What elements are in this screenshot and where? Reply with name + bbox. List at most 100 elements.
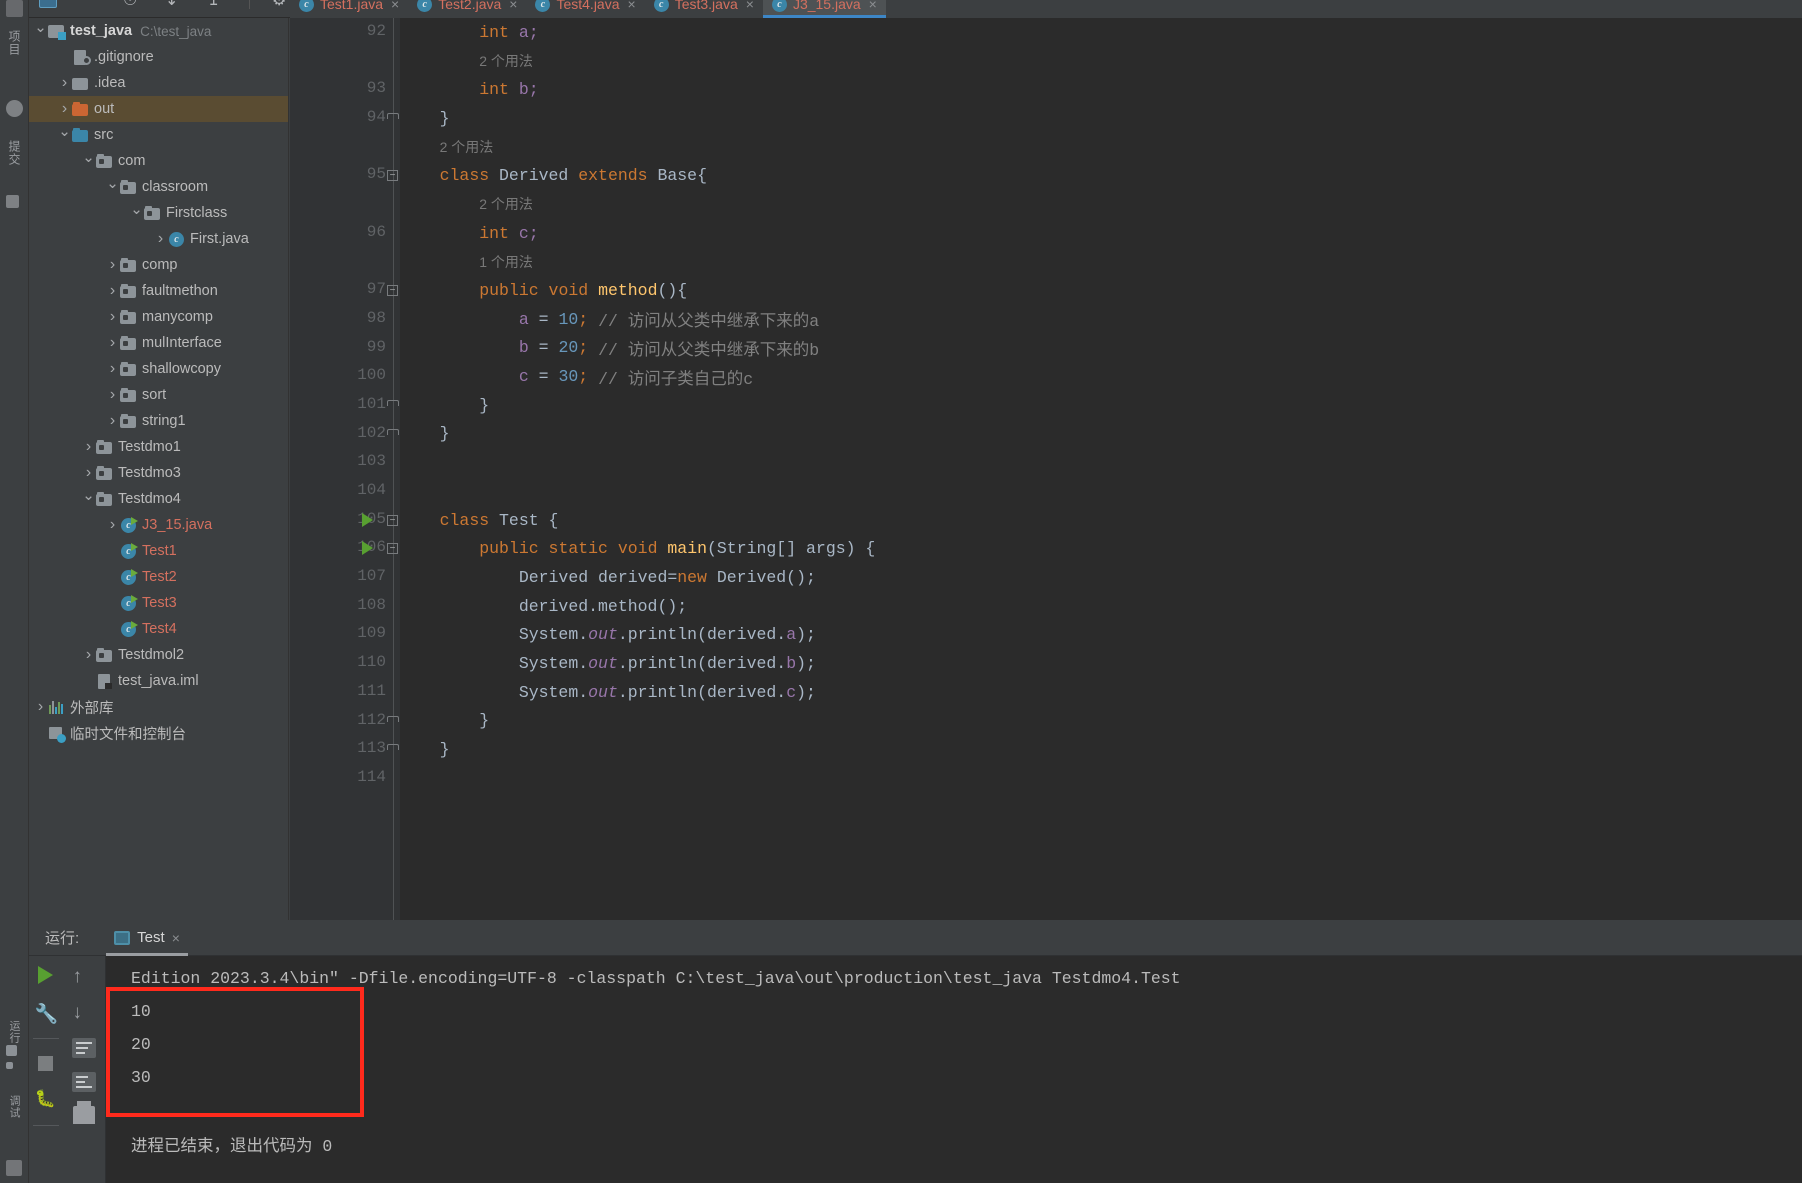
chevron-right-icon[interactable] <box>105 282 120 300</box>
tree-item-string1[interactable]: string1 <box>29 408 288 434</box>
debug-icon[interactable]: 🐛 <box>35 1089 57 1111</box>
chevron-down-icon[interactable] <box>57 126 72 144</box>
tree-item-shallowcopy[interactable]: shallowcopy <box>29 356 288 382</box>
tree-item--[interactable]: 外部库 <box>29 694 288 720</box>
chevron-right-icon[interactable] <box>57 74 72 92</box>
tree-item-first-java[interactable]: First.java <box>29 226 288 252</box>
close-icon[interactable]: × <box>172 930 180 946</box>
arrow-down-icon[interactable]: ↓ <box>73 1002 95 1024</box>
tree-item-mulinterface[interactable]: mulInterface <box>29 330 288 356</box>
fold-collapse-icon[interactable]: − <box>387 543 398 555</box>
tree-item-com[interactable]: com <box>29 148 288 174</box>
chevron-right-icon[interactable] <box>105 334 120 352</box>
chevron-right-icon[interactable] <box>105 308 120 326</box>
usage-hint-line[interactable]: 1 个用法 <box>400 248 1802 277</box>
chevron-right-icon[interactable] <box>105 516 120 534</box>
tree-item-manycomp[interactable]: manycomp <box>29 304 288 330</box>
tree-item-j3-15-java[interactable]: J3_15.java <box>29 512 288 538</box>
structure-tool-icon[interactable] <box>6 195 19 208</box>
tree-item-test2[interactable]: Test2 <box>29 564 288 590</box>
push-icon[interactable]: ↥ <box>207 0 227 10</box>
code-content[interactable]: int a; 2 个用法 int b; } 2 个用法 class Derived … <box>400 18 1802 920</box>
usage-hint-line[interactable]: 2 个用法 <box>400 133 1802 162</box>
usage-hint[interactable]: 2 个用法 <box>400 194 533 214</box>
close-icon[interactable]: × <box>746 0 754 12</box>
chevron-right-icon[interactable] <box>57 100 72 118</box>
tree-item--gitignore[interactable]: .gitignore <box>29 44 288 70</box>
tree-item-testdmo4[interactable]: Testdmo4 <box>29 486 288 512</box>
tree-item-faultmethon[interactable]: faultmethon <box>29 278 288 304</box>
fold-collapse-icon[interactable]: − <box>387 514 398 526</box>
tree-item-test1[interactable]: Test1 <box>29 538 288 564</box>
usage-hint[interactable]: 2 个用法 <box>400 51 533 71</box>
left-strip-label-project[interactable]: 项目 <box>6 30 23 56</box>
tree-item-firstclass[interactable]: Firstclass <box>29 200 288 226</box>
chevron-down-icon[interactable] <box>81 490 96 508</box>
gear-icon[interactable]: ⚙ <box>272 0 292 10</box>
left-tool-strip[interactable]: 项目 提交 运行 调试 <box>0 0 29 1183</box>
wrench-icon[interactable]: 🔧 <box>35 1002 59 1025</box>
run-strip-icon[interactable] <box>6 1045 17 1056</box>
terminal-strip-icon[interactable] <box>6 1160 22 1176</box>
usage-hint[interactable]: 2 个用法 <box>400 137 494 157</box>
fold-end-icon[interactable] <box>387 399 399 411</box>
soft-wrap-icon[interactable] <box>71 1038 96 1058</box>
editor-gutter[interactable]: 92 93 94 95−96 97−98 99 100 101 102 103 104 105−106… <box>290 18 400 920</box>
left-strip-label-debug[interactable]: 调试 <box>6 1095 22 1119</box>
close-icon[interactable]: × <box>509 0 517 12</box>
close-icon[interactable]: × <box>869 0 877 12</box>
chevron-right-icon[interactable] <box>105 386 120 404</box>
chevron-right-icon[interactable] <box>33 698 48 716</box>
chevron-right-icon[interactable] <box>105 412 120 430</box>
chevron-right-icon[interactable] <box>81 646 96 664</box>
pull-icon[interactable]: ↧ <box>165 0 185 10</box>
fold-collapse-icon[interactable]: − <box>387 170 398 182</box>
chevron-right-icon[interactable] <box>153 230 168 248</box>
fold-end-icon[interactable] <box>387 715 399 727</box>
tree-item--[interactable]: 临时文件和控制台 <box>29 720 288 746</box>
run-tab-test[interactable]: Test × <box>106 920 188 956</box>
left-strip-label-run[interactable]: 运行 <box>6 1020 22 1044</box>
run-icon[interactable] <box>35 966 57 988</box>
fold-collapse-icon[interactable]: − <box>387 285 398 297</box>
commit-tool-icon[interactable] <box>6 100 23 117</box>
window-icon[interactable] <box>39 0 59 10</box>
fold-end-icon[interactable] <box>387 428 399 440</box>
tree-item-testdmo1[interactable]: Testdmo1 <box>29 434 288 460</box>
project-tree-panel[interactable]: test_java C:\test_java .gitignore .idea out s… <box>29 18 289 920</box>
left-strip-label-commit[interactable]: 提交 <box>6 140 23 166</box>
editor-tab-test2-java[interactable]: Test2.java × <box>408 0 526 18</box>
more-icon[interactable]: ⋯ <box>81 0 101 10</box>
tree-item-test3[interactable]: Test3 <box>29 590 288 616</box>
project-tool-icon[interactable] <box>6 0 23 17</box>
close-icon[interactable]: × <box>391 0 399 12</box>
chevron-down-icon[interactable] <box>105 178 120 196</box>
tree-item-test4[interactable]: Test4 <box>29 616 288 642</box>
tree-item-sort[interactable]: sort <box>29 382 288 408</box>
editor-tab-bar[interactable]: Test1.java×Test2.java×Test4.java×Test3.j… <box>290 0 1802 18</box>
chevron-right-icon[interactable] <box>105 360 120 378</box>
editor-tab-test4-java[interactable]: Test4.java × <box>526 0 644 18</box>
editor-tab-test1-java[interactable]: Test1.java × <box>290 0 408 18</box>
chevron-right-icon[interactable] <box>81 464 96 482</box>
console-output[interactable]: Edition 2023.3.4\bin" -Dfile.encoding=UT… <box>106 956 1802 1183</box>
tree-item-src[interactable]: src <box>29 122 288 148</box>
fold-end-icon[interactable] <box>387 744 399 755</box>
chevron-down-icon[interactable] <box>81 152 96 170</box>
arrow-up-icon[interactable]: ↑ <box>73 966 95 988</box>
tree-item-classroom[interactable]: classroom <box>29 174 288 200</box>
editor-tab-test3-java[interactable]: Test3.java × <box>645 0 763 18</box>
tree-item-out[interactable]: out <box>29 96 288 122</box>
run-gutter-icon[interactable] <box>362 541 373 556</box>
debug-strip-icon[interactable] <box>6 1062 13 1069</box>
stop-icon[interactable] <box>35 1053 57 1075</box>
tree-item-testdmol2[interactable]: Testdmol2 <box>29 642 288 668</box>
tree-item-test-java-iml[interactable]: test_java.iml <box>29 668 288 694</box>
editor-tab-j3-15-java[interactable]: J3_15.java × <box>762 0 886 18</box>
usage-hint-line[interactable]: 2 个用法 <box>400 47 1802 76</box>
tree-item-testdmo3[interactable]: Testdmo3 <box>29 460 288 486</box>
run-toolbar-left[interactable]: 🔧 🐛 <box>29 956 62 1183</box>
chevron-right-icon[interactable] <box>81 438 96 456</box>
fold-end-icon[interactable] <box>387 113 399 124</box>
tree-item-test-java[interactable]: test_java C:\test_java <box>29 18 288 44</box>
